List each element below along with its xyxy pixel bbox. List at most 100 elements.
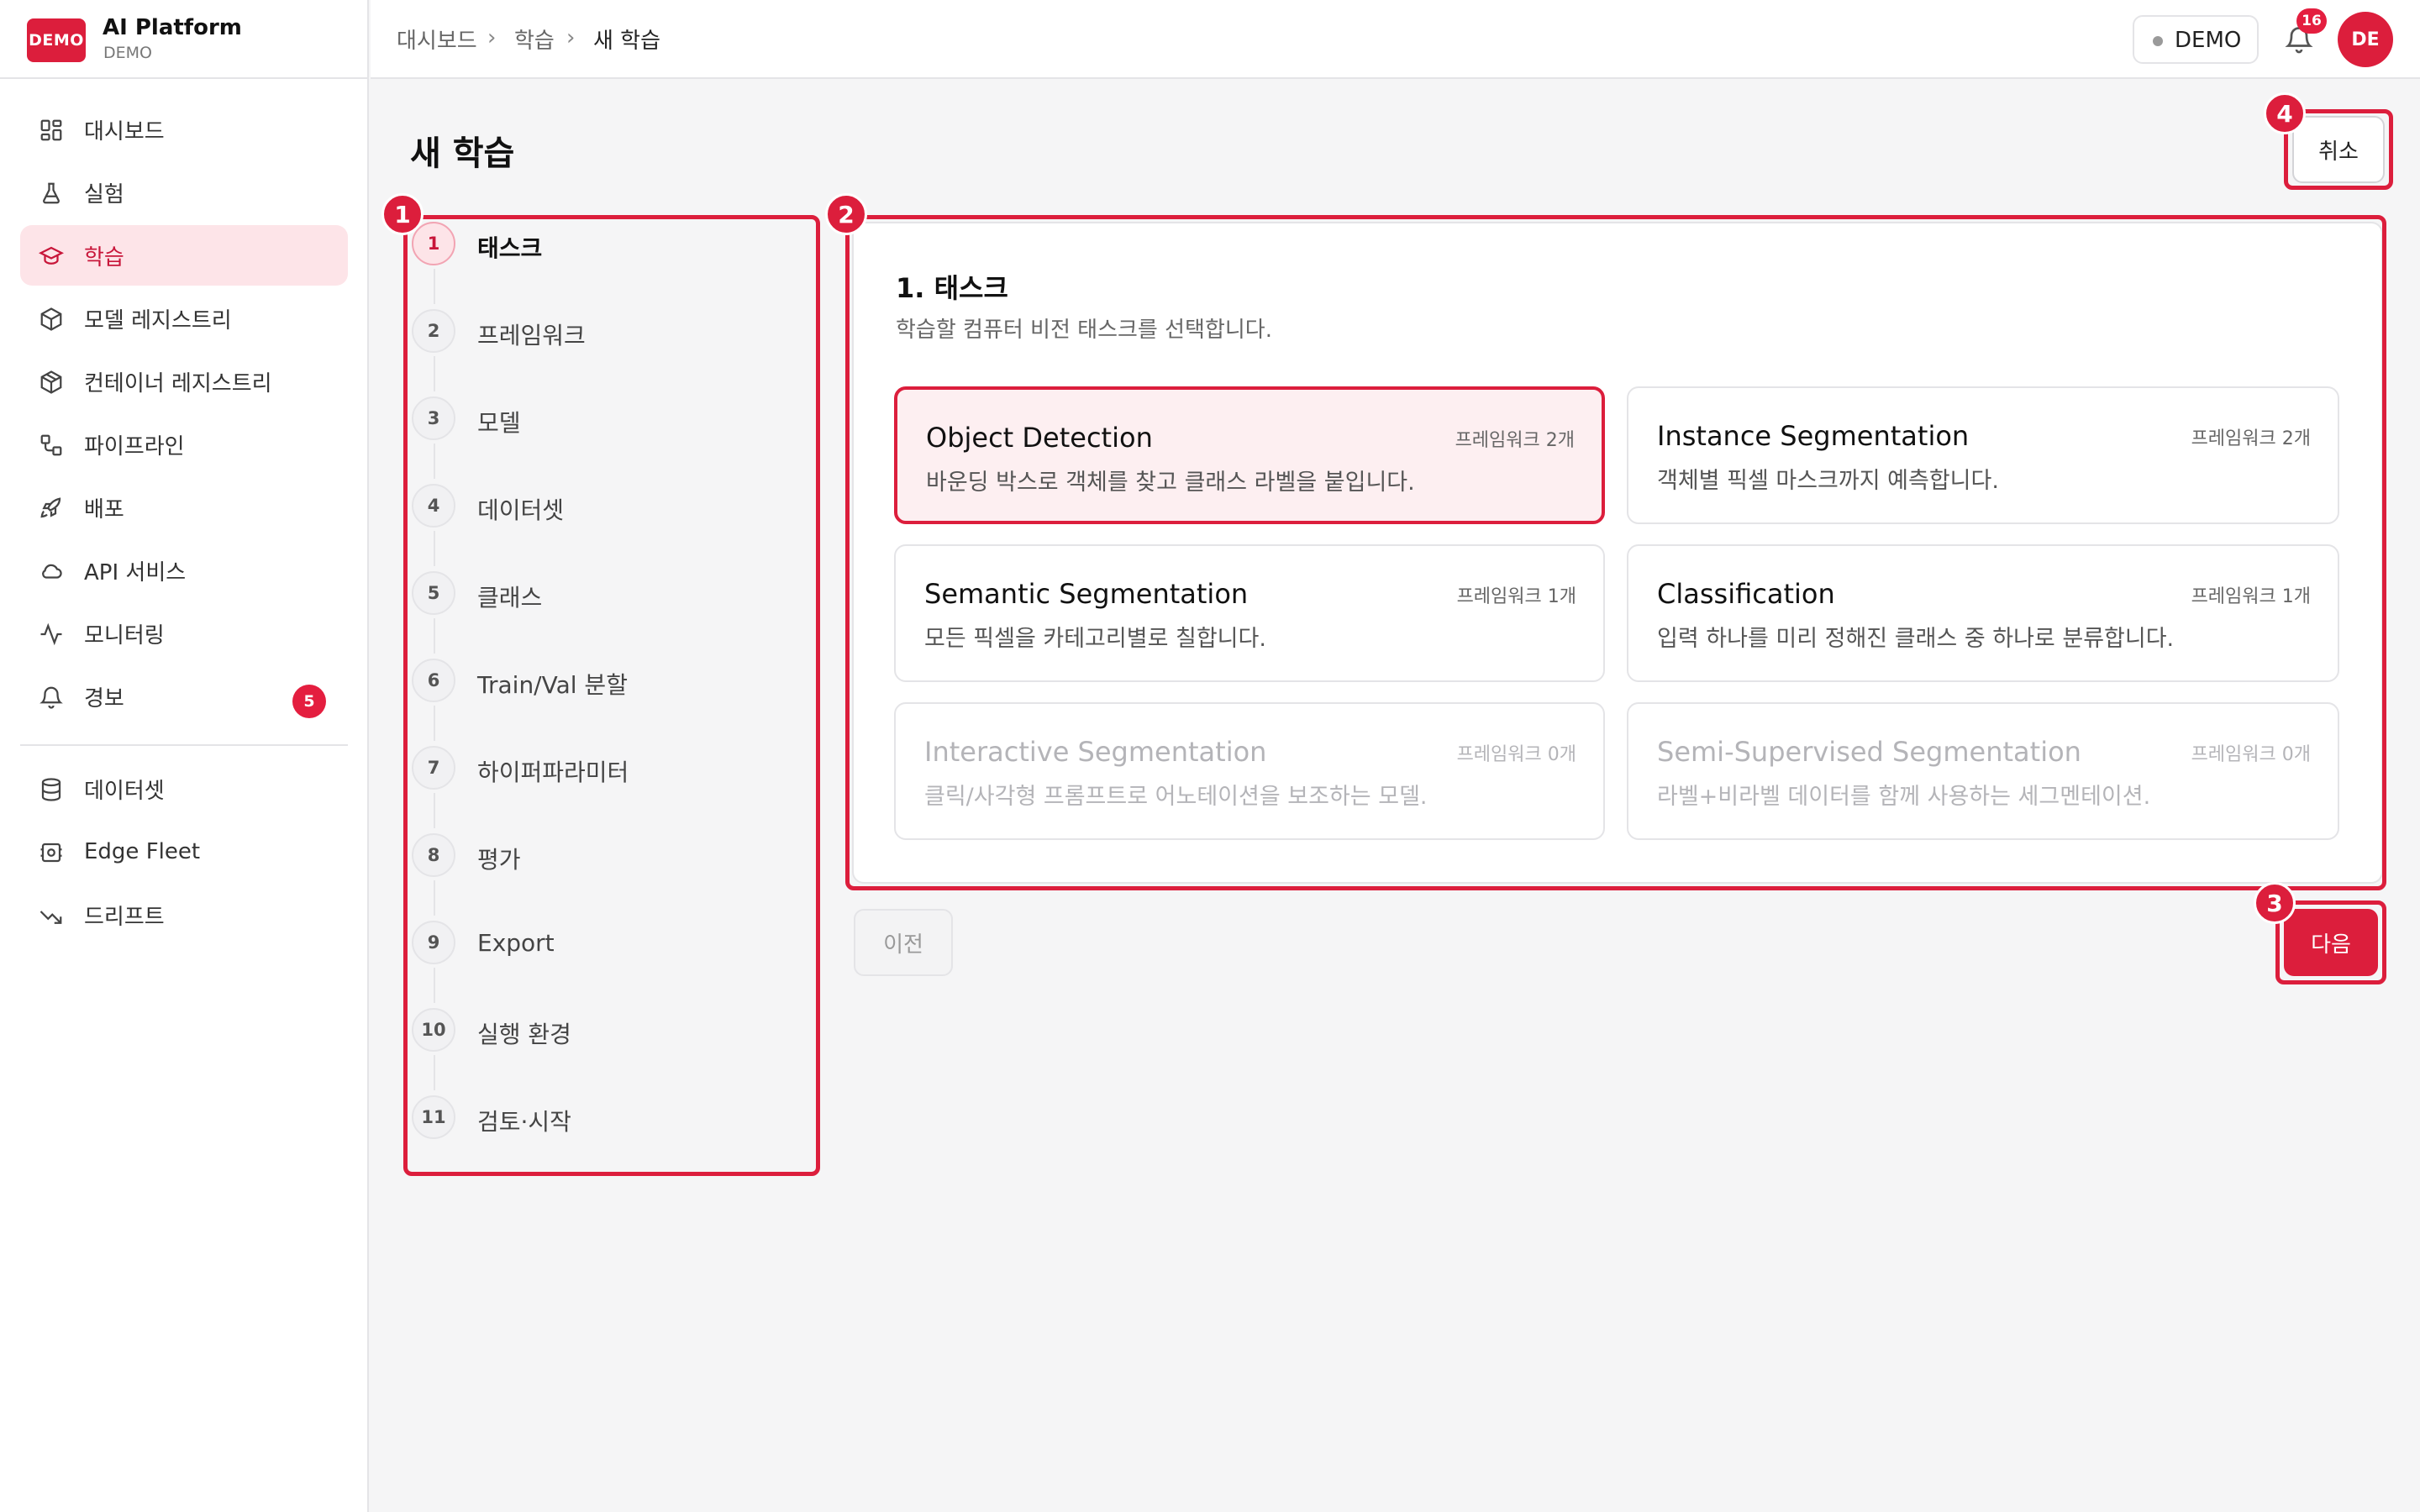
sidebar-item-container-registry[interactable]: 컨테이너 레지스트리 xyxy=(20,351,348,412)
brand-logo: DEMO xyxy=(27,18,86,62)
step-connector xyxy=(434,618,435,654)
task-option-object-detection[interactable]: Object Detection 프레임워크 2개 바운딩 박스로 객체를 찾고… xyxy=(894,386,1605,524)
page-title: 새 학습 xyxy=(410,134,515,173)
option-description: 바운딩 박스로 객체를 찾고 클래스 라벨을 붙입니다. xyxy=(926,470,1415,496)
env-status-dot xyxy=(2153,36,2163,46)
sidebar-item-datasets[interactable]: 데이터셋 xyxy=(20,759,348,819)
option-framework-count: 프레임워크 2개 xyxy=(1455,430,1575,451)
environment-selector[interactable]: DEMO xyxy=(2133,15,2259,64)
sidebar-item-api-service[interactable]: API 서비스 xyxy=(20,540,348,601)
sidebar-item-label: 배포 xyxy=(84,496,124,522)
package-icon xyxy=(40,370,62,394)
step-connector xyxy=(434,880,435,916)
option-description: 모든 픽셀을 카테고리별로 칠합니다. xyxy=(924,626,1266,652)
step-label: 태스크 xyxy=(477,234,543,262)
breadcrumb-training[interactable]: 학습 xyxy=(514,24,555,55)
sidebar-item-deploy[interactable]: 배포 xyxy=(20,477,348,538)
step-number: 1 xyxy=(412,222,455,265)
option-framework-count: 프레임워크 0개 xyxy=(2191,744,2311,765)
next-button[interactable]: 다음 xyxy=(2284,909,2378,976)
user-avatar[interactable]: DE xyxy=(2338,12,2393,67)
option-description: 클릭/사각형 프롬프트로 어노테이션을 보조하는 모델. xyxy=(924,784,1428,810)
sidebar-item-label: Edge Fleet xyxy=(84,839,201,864)
sidebar-item-training[interactable]: 학습 xyxy=(20,225,348,286)
step-evaluation[interactable]: 8 평가 xyxy=(412,833,798,884)
sidebar-item-label: 대시보드 xyxy=(84,118,165,144)
step-label: 하이퍼파라미터 xyxy=(477,759,629,786)
sidebar: DEMO AI Platform DEMO 대시보드 실험 학습 모델 레지스트… xyxy=(0,0,369,1512)
step-export[interactable]: 9 Export xyxy=(412,921,798,971)
step-connector xyxy=(434,1055,435,1090)
annotation-marker: 3 xyxy=(2254,882,2296,924)
step-runtime[interactable]: 10 실행 환경 xyxy=(412,1008,798,1058)
option-description: 라벨+비라벨 데이터를 함께 사용하는 세그멘테이션. xyxy=(1657,784,2151,810)
annotation-marker: 2 xyxy=(825,193,867,235)
cancel-button[interactable]: 취소 xyxy=(2292,116,2385,183)
sidebar-item-model-registry[interactable]: 모델 레지스트리 xyxy=(20,288,348,349)
breadcrumb-current: 새 학습 xyxy=(593,29,661,54)
step-connector xyxy=(434,793,435,828)
option-title: Semi-Supervised Segmentation xyxy=(1657,736,2081,768)
task-option-instance-segmentation[interactable]: Instance Segmentation 프레임워크 2개 객체별 픽셀 마스… xyxy=(1627,386,2339,524)
step-number: 11 xyxy=(412,1095,455,1139)
sidebar-item-label: 모델 레지스트리 xyxy=(84,307,232,333)
option-description: 객체별 픽셀 마스크까지 예측합니다. xyxy=(1657,468,1999,494)
breadcrumb-dashboard[interactable]: 대시보드 xyxy=(397,24,477,55)
step-connector xyxy=(434,968,435,1003)
step-model[interactable]: 3 모델 xyxy=(412,396,798,447)
step-number: 8 xyxy=(412,833,455,877)
bell-icon xyxy=(39,686,63,709)
annotation-marker: 4 xyxy=(2264,92,2306,134)
step-label: Export xyxy=(477,929,555,957)
rocket-icon xyxy=(40,497,61,518)
sidebar-item-label: 드리프트 xyxy=(84,904,165,930)
sidebar-item-edge-fleet[interactable]: Edge Fleet xyxy=(20,822,348,882)
step-dataset[interactable]: 4 데이터셋 xyxy=(412,484,798,534)
sidebar-item-drift[interactable]: 드리프트 xyxy=(20,885,348,945)
box-icon xyxy=(40,307,62,331)
environment-label: DEMO xyxy=(2175,28,2242,53)
step-review-start[interactable]: 11 검토·시작 xyxy=(412,1095,798,1146)
option-description: 입력 하나를 미리 정해진 클래스 중 하나로 분류합니다. xyxy=(1657,626,2175,652)
step-label: Train/Val 분할 xyxy=(477,671,628,699)
step-classes[interactable]: 5 클래스 xyxy=(412,571,798,622)
step-number: 3 xyxy=(412,396,455,440)
step-number: 9 xyxy=(412,921,455,964)
step-label: 프레임워크 xyxy=(477,322,586,349)
task-option-interactive-segmentation: Interactive Segmentation 프레임워크 0개 클릭/사각형… xyxy=(894,702,1605,840)
brand-name: AI Platform xyxy=(103,15,242,40)
sidebar-item-dashboard[interactable]: 대시보드 xyxy=(20,99,348,160)
option-title: Instance Segmentation xyxy=(1657,420,1970,452)
sidebar-item-label: 데이터셋 xyxy=(84,778,165,804)
sidebar-item-label: 모니터링 xyxy=(84,622,165,648)
task-option-classification[interactable]: Classification 프레임워크 1개 입력 하나를 미리 정해진 클래… xyxy=(1627,544,2339,682)
option-framework-count: 프레임워크 1개 xyxy=(1456,586,1576,607)
sidebar-item-alerts[interactable]: 경보 5 xyxy=(20,666,348,727)
brand-subtitle: DEMO xyxy=(103,44,152,62)
sidebar-item-experiments[interactable]: 실험 xyxy=(20,162,348,223)
breadcrumb-separator-icon: › xyxy=(487,25,497,50)
cpu-icon xyxy=(40,843,62,863)
task-option-semantic-segmentation[interactable]: Semantic Segmentation 프레임워크 1개 모든 픽셀을 카테… xyxy=(894,544,1605,682)
option-framework-count: 프레임워크 0개 xyxy=(1456,744,1576,765)
step-train-val-split[interactable]: 6 Train/Val 분할 xyxy=(412,659,798,709)
step-label: 평가 xyxy=(477,846,521,874)
step-task[interactable]: 1 태스크 xyxy=(412,222,798,272)
step-framework[interactable]: 2 프레임워크 xyxy=(412,309,798,360)
option-framework-count: 프레임워크 1개 xyxy=(2191,586,2311,607)
option-title: Semantic Segmentation xyxy=(924,578,1249,610)
step-hyperparameters[interactable]: 7 하이퍼파라미터 xyxy=(412,746,798,796)
sidebar-item-label: API 서비스 xyxy=(84,559,187,585)
sidebar-item-monitoring[interactable]: 모니터링 xyxy=(20,603,348,664)
sidebar-item-pipeline[interactable]: 파이프라인 xyxy=(20,414,348,475)
step-connector xyxy=(434,444,435,479)
step-connector xyxy=(434,356,435,391)
step-label: 모델 xyxy=(477,409,521,437)
dashboard-icon xyxy=(40,119,62,141)
activity-icon xyxy=(40,622,62,646)
step-number: 5 xyxy=(412,571,455,615)
option-title: Interactive Segmentation xyxy=(924,736,1267,768)
previous-button[interactable]: 이전 xyxy=(854,909,953,976)
step-label: 실행 환경 xyxy=(477,1021,571,1048)
alerts-count-badge: 5 xyxy=(292,685,326,718)
